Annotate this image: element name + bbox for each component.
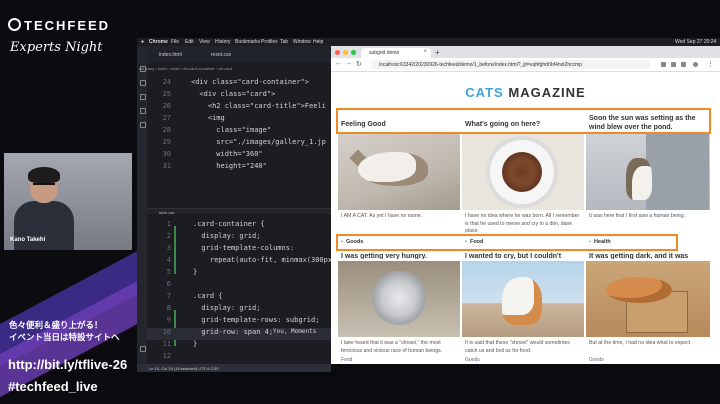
card-caption: But at the time, I had no idea what to e…: [589, 340, 692, 346]
menu-bar: ● Chrome File Edit View History Bookmark…: [137, 38, 720, 46]
code-line: 12: [162, 352, 171, 360]
card-caption: I have no idea where he was born. All I …: [465, 213, 580, 234]
menu-clock: Wed Sep 27 20:24: [675, 39, 717, 45]
code-line: 28 class="image": [162, 126, 272, 134]
gear-icon: [8, 18, 21, 31]
menu-profiles[interactable]: Profiles: [261, 39, 278, 45]
highlight-box: [336, 234, 678, 251]
promo-text-1: 色々便利＆盛り上がる！: [9, 320, 103, 330]
code-line: 7 .card {: [166, 292, 223, 300]
page-title: CATS MAGAZINE: [465, 85, 586, 100]
menu-window[interactable]: Window: [293, 39, 311, 45]
browser-toolbar: ← → ↻ localhost:63342/20230926-techfeed/…: [331, 58, 720, 72]
techfeed-logo: TECHFEED: [8, 18, 110, 33]
new-tab-icon[interactable]: +: [435, 48, 440, 57]
more-menu-icon[interactable]: ⋮: [707, 60, 714, 68]
code-line: 3 grid-template-columns:: [166, 244, 295, 252]
card-title: I wanted to cry, but I couldn't speak.: [465, 253, 562, 259]
extension-icon[interactable]: [681, 62, 686, 67]
hashtag: #techfeed_live: [8, 379, 98, 394]
card-tag: Food: [341, 357, 353, 363]
extensions-icon[interactable]: [140, 122, 146, 128]
settings-icon[interactable]: [140, 346, 146, 352]
back-icon[interactable]: ←: [335, 60, 342, 67]
extension-icon[interactable]: [671, 62, 676, 67]
close-tab-icon[interactable]: ×: [423, 49, 427, 55]
cat-photo: [462, 261, 584, 337]
code-line: 27 <img: [162, 114, 225, 122]
stream-overlay: TECHFEED Experts Night Kano Takehi 色々便利＆…: [0, 0, 158, 404]
menu-tab[interactable]: Tab: [280, 39, 288, 45]
code-line: 9 grid-template-rows: subgrid;: [166, 316, 320, 324]
card-title: I was getting very hungry.: [341, 253, 427, 259]
address-bar[interactable]: localhost:63342/20230926-techfeed/demo/1…: [371, 60, 651, 69]
source-control-icon[interactable]: [140, 94, 146, 100]
card-caption: I later heard that it was a "shosei," th…: [341, 340, 443, 354]
menu-bookmarks[interactable]: Bookmarks: [235, 39, 260, 45]
browser-tab[interactable]: subgrid demo ×: [361, 48, 431, 58]
code-line: 26 <h2 class="card-title">Feeli: [162, 102, 326, 110]
close-window-icon[interactable]: [335, 50, 340, 55]
code-line: 24 <div class="card-container">: [162, 78, 310, 86]
code-line: 30 width="360": [162, 150, 263, 158]
search-icon[interactable]: [140, 80, 146, 86]
card-tag: Goods: [465, 357, 480, 363]
browser-tab-bar: subgrid demo × +: [331, 46, 720, 58]
code-line: 4 repeat(auto-fit, minmax(300px,: [166, 256, 331, 264]
card-tag: Goods: [589, 357, 604, 363]
extension-icon[interactable]: [661, 62, 666, 67]
promo-text-2: イベント当日は特設サイトへ: [9, 332, 120, 342]
menu-app[interactable]: Chrome: [149, 39, 168, 45]
code-line: 29 src="./images/gallery_1.jp: [162, 138, 326, 146]
maximize-window-icon[interactable]: [351, 50, 356, 55]
reload-icon[interactable]: ↻: [356, 60, 362, 68]
css-pane[interactable]: 1 .card-container { 2 display: grid; 3 gr…: [147, 214, 331, 364]
git-blame-hint: You, Moments: [273, 328, 317, 335]
minimize-window-icon[interactable]: [343, 50, 348, 55]
code-line-active: 10 grid-row: span 4; You, Moments: [147, 328, 331, 340]
menu-edit[interactable]: Edit: [185, 39, 194, 45]
cat-photo: [338, 134, 460, 210]
cat-food-can-photo: [338, 261, 460, 337]
activity-bar: [137, 46, 147, 364]
web-page: CATS MAGAZINE Feeling Good What's going …: [331, 72, 720, 364]
speaker-camera: Kano Takehi: [4, 153, 132, 250]
breadcrumb: cat-story › index › main › div.card-cont…: [139, 66, 232, 71]
editor-status-bar: Ln 10, Col 20 (18 selected) UTF-8 CSS: [137, 364, 331, 372]
editor-tabs: index.html reset.css: [147, 46, 331, 63]
card-caption: I AM A CAT. As yet I have no name.: [341, 213, 423, 219]
cat-photo: [586, 261, 710, 337]
card-caption: It was here that I first saw a human bei…: [589, 213, 686, 219]
code-line: 1 .card-container {: [166, 220, 265, 228]
code-line: 5}: [166, 268, 198, 276]
highlight-box: [336, 108, 711, 134]
tab-reset-css[interactable]: reset.css: [211, 52, 231, 58]
menu-file[interactable]: File: [171, 39, 179, 45]
code-line: 6: [166, 280, 171, 288]
menu-history[interactable]: History: [215, 39, 231, 45]
code-line: 8 display: grid;: [166, 304, 261, 312]
debug-icon[interactable]: [140, 108, 146, 114]
cat-photo: [586, 134, 710, 210]
code-line: 11}: [162, 340, 198, 348]
promo-link[interactable]: http://bit.ly/tflive-26: [8, 357, 127, 372]
menu-help[interactable]: Help: [313, 39, 323, 45]
apple-icon[interactable]: ●: [141, 39, 144, 45]
code-editor: index.html reset.css cat-story › index ›…: [137, 46, 331, 364]
card-title: It was getting dark, and it was raining.: [589, 253, 689, 259]
forward-icon[interactable]: →: [345, 60, 352, 67]
status-text: Ln 10, Col 20 (18 selected) UTF-8 CSS: [149, 366, 219, 371]
tab-index-html[interactable]: index.html: [159, 52, 182, 58]
event-title: Experts Night: [10, 40, 103, 55]
code-line: 31 height="240": [162, 162, 267, 170]
card-caption: It is said that these "shosei" would som…: [465, 340, 570, 354]
cat-food-photo: [462, 134, 584, 210]
code-line: 2 display: grid;: [166, 232, 261, 240]
code-line: 25 <div class="card">: [162, 90, 276, 98]
browser-window: subgrid demo × + ← → ↻ localhost:63342/20…: [331, 46, 720, 364]
menu-view[interactable]: View: [199, 39, 210, 45]
speaker-name: Kano Takehi: [10, 237, 46, 243]
profile-icon[interactable]: [693, 62, 698, 67]
html-pane[interactable]: 24 <div class="card-container"> 25 <div c…: [147, 78, 331, 208]
